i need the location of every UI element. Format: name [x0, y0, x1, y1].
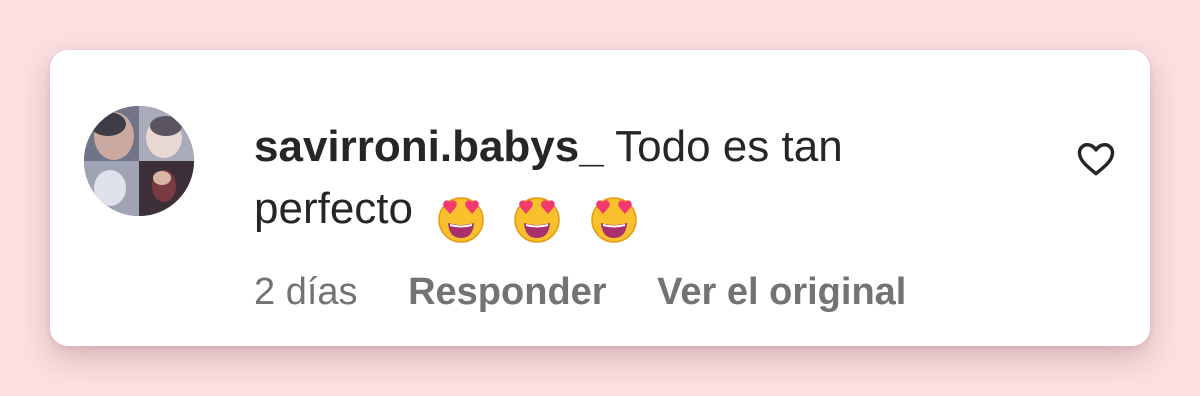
- heart-outline-icon: [1077, 143, 1115, 176]
- avatar[interactable]: [84, 106, 194, 216]
- heart-eyes-emoji-icon: [590, 197, 637, 244]
- like-button[interactable]: [1074, 136, 1118, 180]
- heart-eyes-emoji-icon: [514, 197, 561, 244]
- see-original-button[interactable]: Ver el original: [657, 271, 906, 313]
- comment-timestamp: 2 días: [254, 271, 358, 313]
- comment-card: savirroni.babys_ Todo es tan perfecto 2 …: [50, 50, 1150, 346]
- comment-meta: 2 días Responder Ver el original: [254, 268, 946, 316]
- comment-emojis: [435, 186, 651, 248]
- avatar-image: [84, 106, 194, 216]
- heart-eyes-emoji-icon: [438, 197, 484, 244]
- comment-username[interactable]: savirroni.babys_: [254, 122, 604, 171]
- comment-body: savirroni.babys_ Todo es tan perfecto: [254, 116, 974, 248]
- reply-button[interactable]: Responder: [408, 271, 606, 313]
